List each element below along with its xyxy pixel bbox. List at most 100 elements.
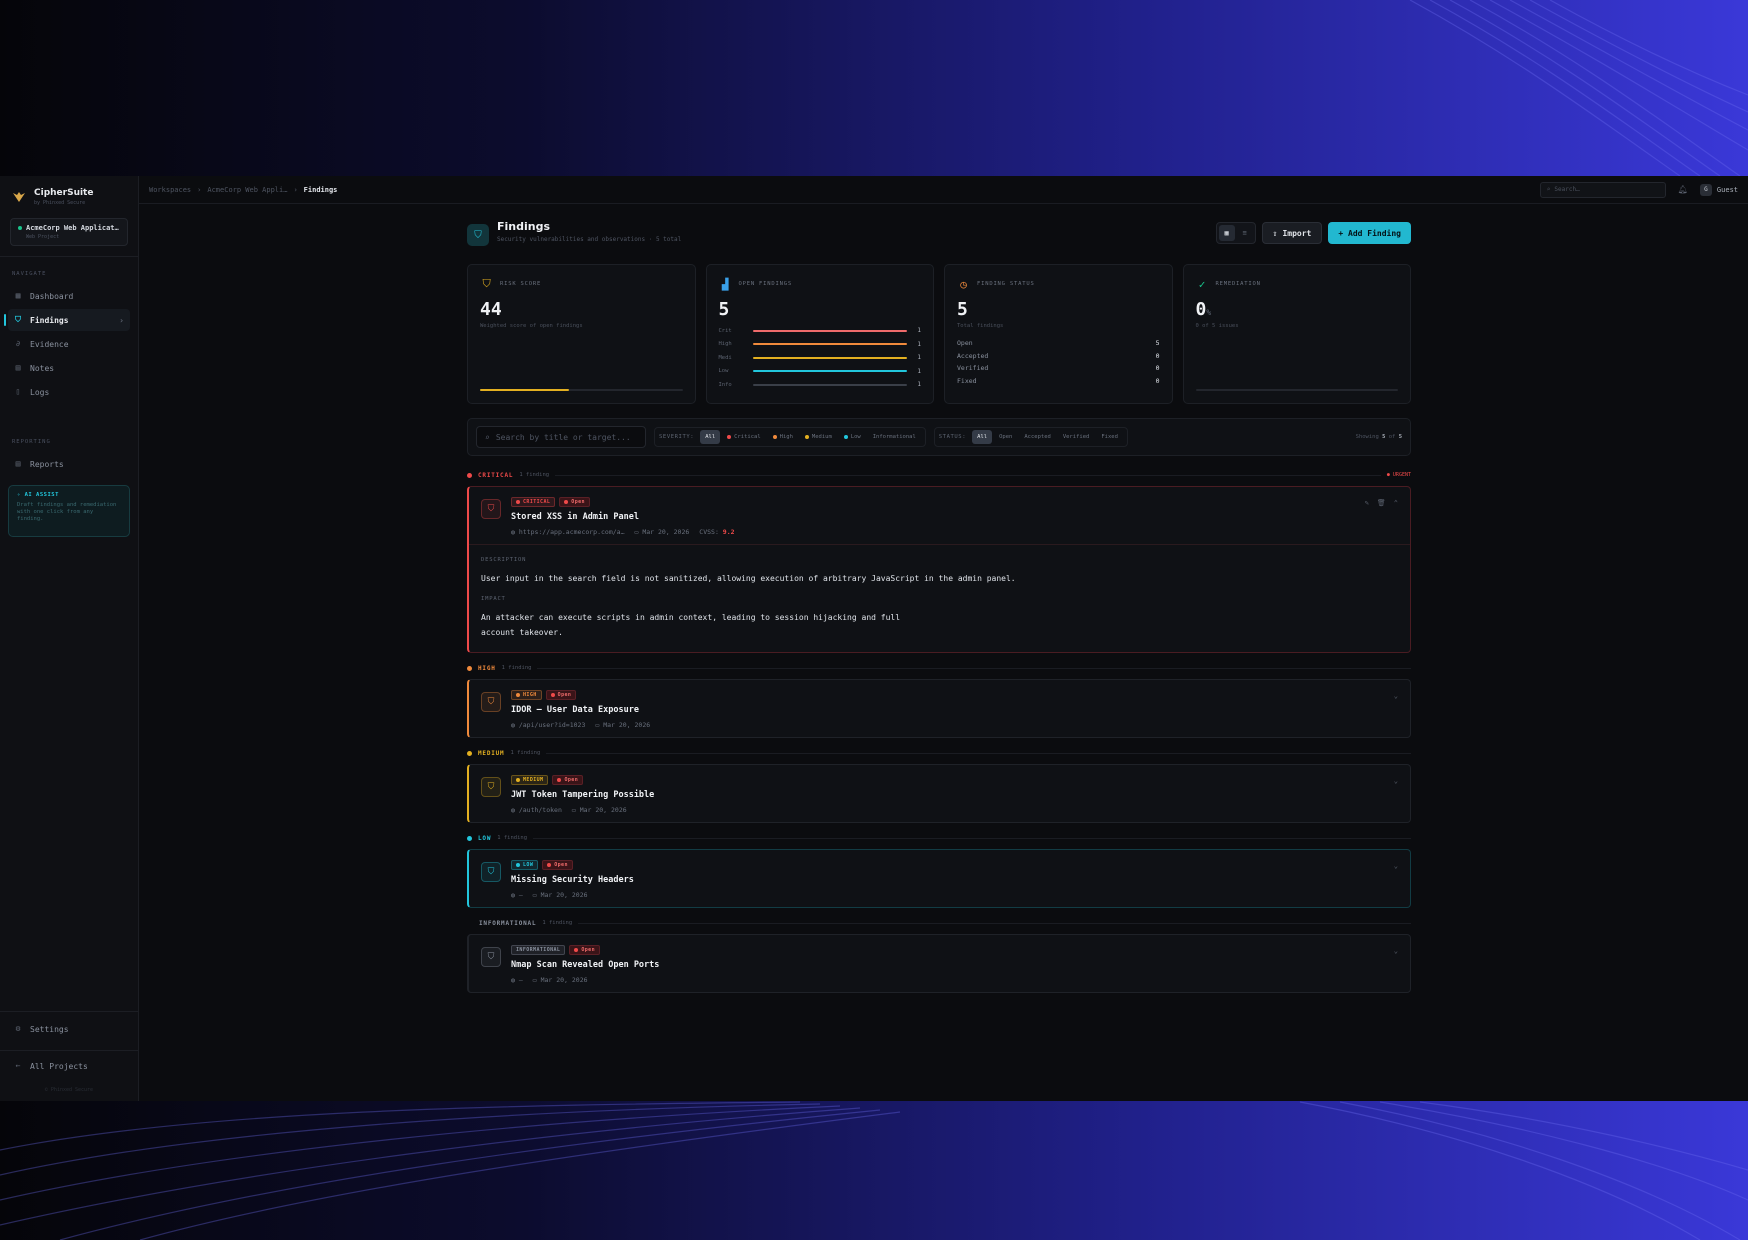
- import-button[interactable]: ⇪ Import: [1261, 222, 1323, 244]
- severity-dot-icon: [516, 863, 520, 867]
- group-divider: [555, 474, 1381, 476]
- group-header-informational: INFORMATIONAL 1 finding: [467, 916, 1411, 930]
- breadcrumb-project[interactable]: AcmeCorp Web Appli…: [207, 186, 287, 194]
- severity-row-label: High: [718, 341, 732, 348]
- finding-badges: MEDIUM Open: [511, 775, 654, 785]
- severity-chip-all[interactable]: All: [700, 430, 721, 444]
- group-count: 1 finding: [519, 472, 550, 478]
- sidebar-item-reports[interactable]: ▤ Reports: [8, 453, 130, 475]
- severity-chip-informational[interactable]: Informational: [868, 430, 921, 444]
- severity-dot-icon: [516, 778, 520, 782]
- finding-target-text: /api/user?id=1023: [518, 721, 586, 729]
- app-window: CipherSuite by Phinxed Secure AcmeCorp W…: [0, 176, 1748, 1101]
- sidebar-item-label: Reports: [30, 459, 64, 469]
- finding-target: ◍ https://app.acmecorp.com/a…: [511, 528, 625, 536]
- sidebar-item-notes[interactable]: ▤ Notes: [8, 357, 130, 379]
- severity-badge-label: CRITICAL: [523, 499, 551, 505]
- stat-label: REMEDIATION: [1215, 281, 1261, 287]
- chip-label: Verified: [1062, 434, 1090, 440]
- group-count: 1 finding: [497, 835, 528, 841]
- finding-card[interactable]: ⛉ LOW Open Missing Security Headers ◍ — ▭ Mar…: [467, 849, 1411, 908]
- edit-icon[interactable]: ✎: [1365, 499, 1369, 507]
- finding-card[interactable]: ⛉ CRITICAL Open Stored XSS in Admin Panel ◍ …: [467, 486, 1411, 653]
- finding-actions: ⌄: [1394, 947, 1398, 955]
- severity-row-bar: [752, 343, 907, 346]
- import-button-label: Import: [1282, 228, 1312, 238]
- finding-card[interactable]: ⛉ INFORMATIONAL Open Nmap Scan Revealed Ope…: [467, 934, 1411, 993]
- risk-score-sub: Weighted score of open findings: [480, 323, 583, 329]
- sidebar-item-findings[interactable]: ⛉ Findings ›: [4, 309, 130, 331]
- remediation-bar: [1195, 389, 1398, 391]
- severity-chip-critical[interactable]: Critical: [722, 430, 766, 444]
- impact-text: An attacker can execute scripts in admin…: [481, 610, 1398, 640]
- breadcrumb-separator: ›: [197, 185, 202, 194]
- sidebar-item-settings[interactable]: ⚙ Settings: [8, 1018, 130, 1040]
- breadcrumb-workspaces[interactable]: Workspaces: [149, 186, 191, 194]
- finding-status-card: ◷ FINDING STATUS 5 Total findings Open 5 A…: [944, 264, 1173, 404]
- severity-chip-medium[interactable]: Medium: [800, 430, 837, 444]
- finding-actions: ⌄: [1394, 692, 1398, 700]
- paperclip-icon: ∂: [15, 339, 21, 348]
- remediation-value: 0%: [1195, 299, 1212, 320]
- finding-card[interactable]: ⛉ MEDIUM Open JWT Token Tampering Possible ◍…: [467, 764, 1411, 823]
- chevron-up-icon[interactable]: ⌃: [1394, 499, 1398, 507]
- status-dot-icon: [550, 693, 555, 697]
- grid-icon: ▦: [15, 291, 21, 300]
- brand-logo-icon: [13, 192, 25, 202]
- bell-icon[interactable]: 🔔︎: [1678, 185, 1688, 194]
- open-findings-card: ▟ OPEN FINDINGS 5 Crit 1 High 1 Medi 1 Low 1 Inf…: [705, 264, 934, 404]
- ai-assist-panel[interactable]: ✧ AI ASSIST Draft findings and remediati…: [8, 485, 130, 537]
- status-badge: Open: [559, 497, 590, 507]
- chevron-down-icon[interactable]: ⌄: [1394, 862, 1398, 870]
- status-row-label: Accepted: [957, 351, 989, 360]
- sidebar-item-label: Evidence: [30, 339, 69, 349]
- sidebar-item-logs[interactable]: ▯ Logs: [8, 381, 130, 403]
- global-search-input[interactable]: ⌕ Search…: [1539, 181, 1666, 198]
- severity-chip-low[interactable]: Low: [839, 430, 866, 444]
- file-icon: ▯: [15, 387, 21, 396]
- status-row-count: 0: [1155, 376, 1160, 385]
- topbar-right: ⌕ Search… 🔔︎ G Guest: [1539, 181, 1738, 198]
- sidebar-item-evidence[interactable]: ∂ Evidence: [8, 333, 130, 355]
- add-finding-button[interactable]: + Add Finding: [1328, 222, 1411, 244]
- group-header-low: LOW 1 finding: [467, 831, 1411, 845]
- trash-icon[interactable]: 🗑︎: [1377, 499, 1386, 507]
- severity-row-bar: [752, 329, 907, 332]
- status-dot-icon: [557, 778, 562, 782]
- avatar: G: [1699, 183, 1712, 196]
- grid-view-icon[interactable]: ▦: [1218, 225, 1235, 241]
- finding-meta: ◍ /auth/token ▭ Mar 20, 2026: [511, 806, 654, 814]
- status-chip-fixed[interactable]: Fixed: [1096, 430, 1123, 444]
- status-chip-verified[interactable]: Verified: [1058, 430, 1095, 444]
- group-dot-icon: [467, 665, 472, 671]
- project-switcher[interactable]: AcmeCorp Web Applicat… Web Project: [10, 218, 128, 246]
- list-view-icon[interactable]: ≡: [1237, 225, 1253, 241]
- finding-target: ◍ —: [511, 976, 523, 984]
- remediation-card: ✓ REMEDIATION 0% 0 of 5 issues: [1182, 264, 1411, 404]
- finding-card[interactable]: ⛉ HIGH Open IDOR — User Data Exposure ◍ /api…: [467, 679, 1411, 738]
- status-dot-icon: [574, 948, 579, 952]
- severity-chip-high[interactable]: High: [768, 430, 798, 444]
- sidebar-bottom: ⚙ Settings ← All Projects © Phinxed Secu…: [0, 1001, 138, 1101]
- chevron-down-icon[interactable]: ⌄: [1394, 777, 1398, 785]
- status-chip-all[interactable]: All: [972, 430, 993, 444]
- globe-icon: ◍: [511, 721, 519, 729]
- group-divider: [533, 837, 1411, 839]
- view-toggle: ▦ ≡: [1215, 222, 1256, 244]
- finding-groups: CRITICAL 1 finding ● URGENT ⛉ CRITICAL Open St…: [467, 468, 1411, 993]
- chip-label: Accepted: [1024, 434, 1051, 440]
- status-chip-accepted[interactable]: Accepted: [1019, 430, 1056, 444]
- status-chip-open[interactable]: Open: [994, 430, 1017, 444]
- user-menu[interactable]: G Guest: [1699, 183, 1738, 196]
- sidebar-item-dashboard[interactable]: ▦ Dashboard: [8, 285, 130, 307]
- severity-row-label: Crit: [718, 327, 732, 334]
- finding-title: JWT Token Tampering Possible: [511, 790, 655, 800]
- topbar: Workspaces › AcmeCorp Web Appli… › Findi…: [139, 176, 1748, 204]
- severity-breakdown: Crit 1 High 1 Medi 1 Low 1 Info 1: [719, 324, 922, 392]
- chevron-down-icon[interactable]: ⌄: [1394, 947, 1398, 955]
- severity-row: Low 1: [719, 365, 922, 379]
- sidebar-item-all-projects[interactable]: ← All Projects: [8, 1055, 130, 1077]
- findings-search-input[interactable]: ⌕ Search by title or target...: [476, 426, 646, 448]
- chevron-down-icon[interactable]: ⌄: [1394, 692, 1398, 700]
- search-icon: ⌕: [1546, 186, 1551, 193]
